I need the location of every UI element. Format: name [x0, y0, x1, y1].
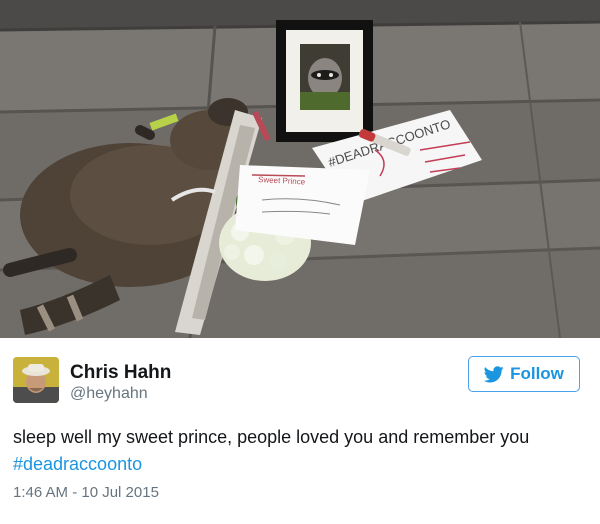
tweet-photo[interactable]: Sweet Prince #DEADRACCOONTO — [0, 0, 600, 338]
tweet-text-body: sleep well my sweet prince, people loved… — [13, 427, 530, 447]
hashtag-link[interactable]: #deadraccoonto — [13, 454, 142, 474]
author-name[interactable]: Chris Hahn — [70, 362, 171, 384]
avatar[interactable] — [13, 357, 59, 403]
author-handle[interactable]: @heyhahn — [70, 385, 148, 403]
follow-button[interactable]: Follow — [468, 356, 580, 392]
follow-label: Follow — [510, 364, 564, 383]
memorial-photo-illustration: Sweet Prince #DEADRACCOONTO — [0, 0, 600, 338]
avatar-image — [13, 357, 59, 403]
tweet-text: sleep well my sweet prince, people loved… — [13, 424, 583, 478]
twitter-bird-icon — [484, 365, 504, 383]
tweet-timestamp[interactable]: 1:46 AM - 10 Jul 2015 — [13, 484, 159, 501]
